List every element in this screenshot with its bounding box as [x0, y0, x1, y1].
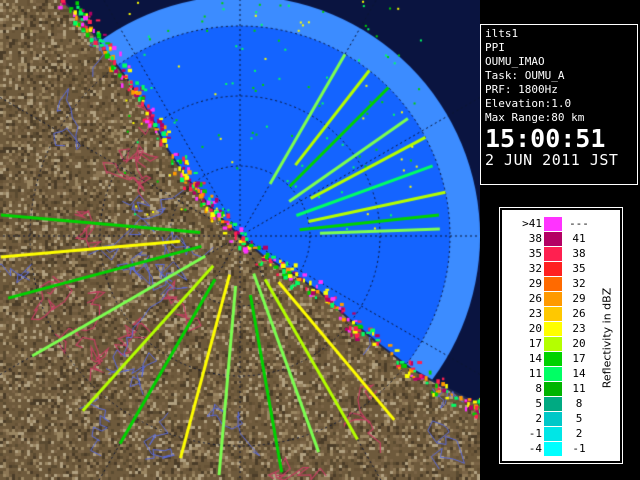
scan-info-panel: ilts1 PPI OUMU_IMAO Task: OUMU_A PRF: 18…	[480, 24, 638, 185]
legend-high-value: 38	[572, 247, 586, 260]
legend-row: 38 41	[502, 231, 594, 247]
legend-color-swatch	[544, 292, 562, 306]
scan-mode-label: PPI	[485, 41, 505, 54]
legend-low-value: >41	[522, 217, 542, 230]
scan-time: 15:00:51	[485, 124, 606, 153]
radar-ppi-map[interactable]	[0, 0, 480, 480]
legend-row: 32 35	[502, 261, 594, 277]
legend-high-value: 8	[575, 397, 583, 410]
legend-low-value: -4	[528, 442, 542, 455]
legend-row: 29 32	[502, 276, 594, 292]
legend-row: 23 26	[502, 306, 594, 322]
legend-color-swatch	[544, 397, 562, 411]
max-range-label: Max Range:80 km	[485, 111, 585, 124]
legend-color-swatch	[544, 337, 562, 351]
legend-high-value: 41	[572, 232, 586, 245]
legend-low-value: 11	[528, 367, 542, 380]
legend-row: 20 23	[502, 321, 594, 337]
legend-high-value: 20	[572, 337, 586, 350]
legend-low-value: 14	[528, 352, 542, 365]
legend-row: 26 29	[502, 291, 594, 307]
legend-row: 14 17	[502, 351, 594, 367]
legend-low-value: 29	[528, 277, 542, 290]
legend-title: Reflectivity in dBZ	[596, 220, 618, 455]
legend-row: 11 14	[502, 366, 594, 382]
legend-high-value: 17	[572, 352, 586, 365]
legend-color-swatch	[544, 367, 562, 381]
scan-date: 2 JUN 2011 JST	[485, 151, 619, 169]
legend-color-swatch	[544, 352, 562, 366]
site-label: ilts1	[485, 27, 519, 40]
legend-row: 17 20	[502, 336, 594, 352]
legend-high-value: 5	[575, 412, 583, 425]
legend-color-swatch	[544, 262, 562, 276]
legend-high-value: 29	[572, 292, 586, 305]
legend-color-swatch	[544, 382, 562, 396]
legend-color-swatch	[544, 412, 562, 426]
legend-color-swatch	[544, 442, 562, 456]
legend-color-swatch	[544, 427, 562, 441]
legend-low-value: 17	[528, 337, 542, 350]
elevation-label: Elevation:1.0	[485, 97, 572, 110]
legend-low-value: 20	[528, 322, 542, 335]
legend-high-value: 26	[572, 307, 586, 320]
legend-row: -4 -1	[502, 441, 594, 457]
legend-low-value: 35	[528, 247, 542, 260]
legend-low-value: 23	[528, 307, 542, 320]
legend-color-swatch	[544, 307, 562, 321]
task-label: Task: OUMU_A	[485, 69, 565, 82]
legend-high-value: 32	[572, 277, 586, 290]
legend-row: >41 ---	[502, 216, 594, 232]
legend-high-value: 14	[572, 367, 586, 380]
reflectivity-legend: >41 --- 38 41 35 38 32 35 29 32 26 29 23 26 20 23 17 20 14…	[499, 207, 623, 464]
legend-color-swatch	[544, 232, 562, 246]
legend-color-swatch	[544, 247, 562, 261]
legend-title-text: Reflectivity in dBZ	[600, 287, 614, 388]
legend-high-value: 35	[572, 262, 586, 275]
legend-high-value: 23	[572, 322, 586, 335]
legend-low-value: 8	[535, 382, 542, 395]
legend-high-value: 2	[575, 427, 583, 440]
legend-low-value: 2	[535, 412, 542, 425]
prf-label: PRF: 1800Hz	[485, 83, 558, 96]
legend-low-value: 38	[528, 232, 542, 245]
legend-color-swatch	[544, 277, 562, 291]
station-label: OUMU_IMAO	[485, 55, 545, 68]
legend-color-swatch	[544, 322, 562, 336]
legend-low-value: -1	[528, 427, 542, 440]
legend-row: 58	[502, 396, 594, 412]
legend-high-value: -1	[572, 442, 586, 455]
legend-color-swatch	[544, 217, 562, 231]
legend-row: 8 11	[502, 381, 594, 397]
legend-low-value: 5	[535, 397, 542, 410]
legend-row: 25	[502, 411, 594, 427]
legend-row: 35 38	[502, 246, 594, 262]
legend-high-value: ---	[569, 217, 589, 230]
legend-low-value: 26	[528, 292, 542, 305]
legend-row: -1 2	[502, 426, 594, 442]
legend-high-value: 11	[572, 382, 586, 395]
legend-low-value: 32	[528, 262, 542, 275]
